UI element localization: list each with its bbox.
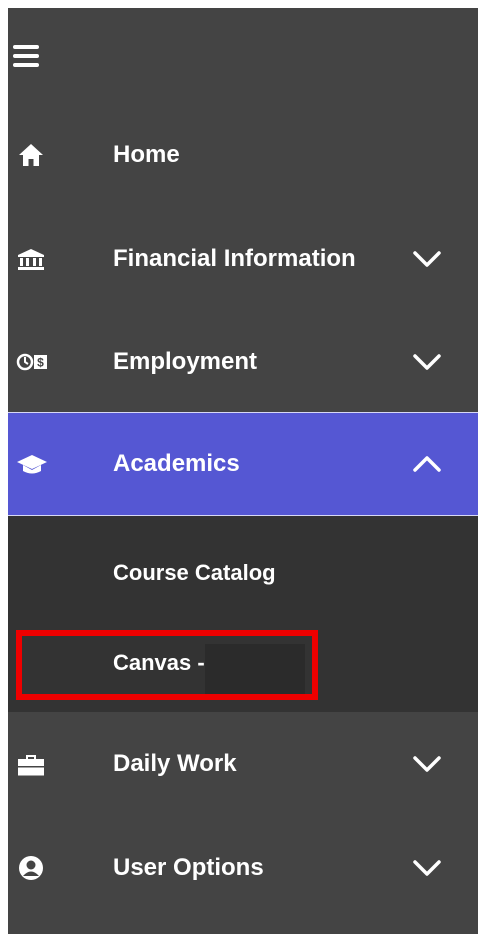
hamburger-icon [13, 45, 39, 67]
briefcase-icon [16, 749, 46, 779]
time-money-icon: $ [16, 347, 47, 377]
user-circle-icon [16, 853, 46, 883]
nav-item-academics[interactable]: Academics [8, 412, 478, 516]
nav-item-label: Academics [113, 450, 240, 477]
graduation-cap-icon [16, 449, 47, 479]
redaction-block [205, 644, 305, 694]
svg-text:$: $ [37, 356, 44, 370]
nav-item-label: User Options [113, 854, 264, 881]
nav-item-label: Employment [113, 348, 258, 375]
chevron-down-icon[interactable] [412, 755, 442, 773]
submenu-item-label: Canvas - [113, 650, 205, 675]
chevron-up-icon[interactable] [412, 455, 442, 473]
chevron-down-icon[interactable] [412, 353, 442, 371]
nav-item-label: Daily Work [113, 750, 237, 777]
nav-item-daily-work[interactable]: Daily Work [8, 712, 478, 816]
nav-item-label: Financial Information [113, 245, 356, 272]
home-icon [16, 140, 46, 170]
sidebar-nav: Home Financial Information $ Employment … [8, 8, 478, 934]
nav-item-user-options[interactable]: User Options [8, 816, 478, 920]
chevron-down-icon[interactable] [412, 859, 442, 877]
bank-icon [16, 244, 46, 274]
academics-submenu: Course Catalog Canvas - [8, 516, 478, 712]
nav-item-financial-information[interactable]: Financial Information [8, 207, 478, 311]
chevron-down-icon[interactable] [412, 250, 442, 268]
submenu-item-course-catalog[interactable]: Course Catalog [8, 524, 478, 622]
nav-item-label: Home [113, 141, 180, 168]
nav-item-home[interactable]: Home [8, 103, 478, 207]
nav-item-employment[interactable]: $ Employment [8, 310, 478, 414]
menu-toggle-button[interactable] [8, 8, 478, 103]
submenu-item-label: Course Catalog [113, 560, 276, 585]
submenu-item-canvas[interactable]: Canvas - [8, 614, 478, 712]
